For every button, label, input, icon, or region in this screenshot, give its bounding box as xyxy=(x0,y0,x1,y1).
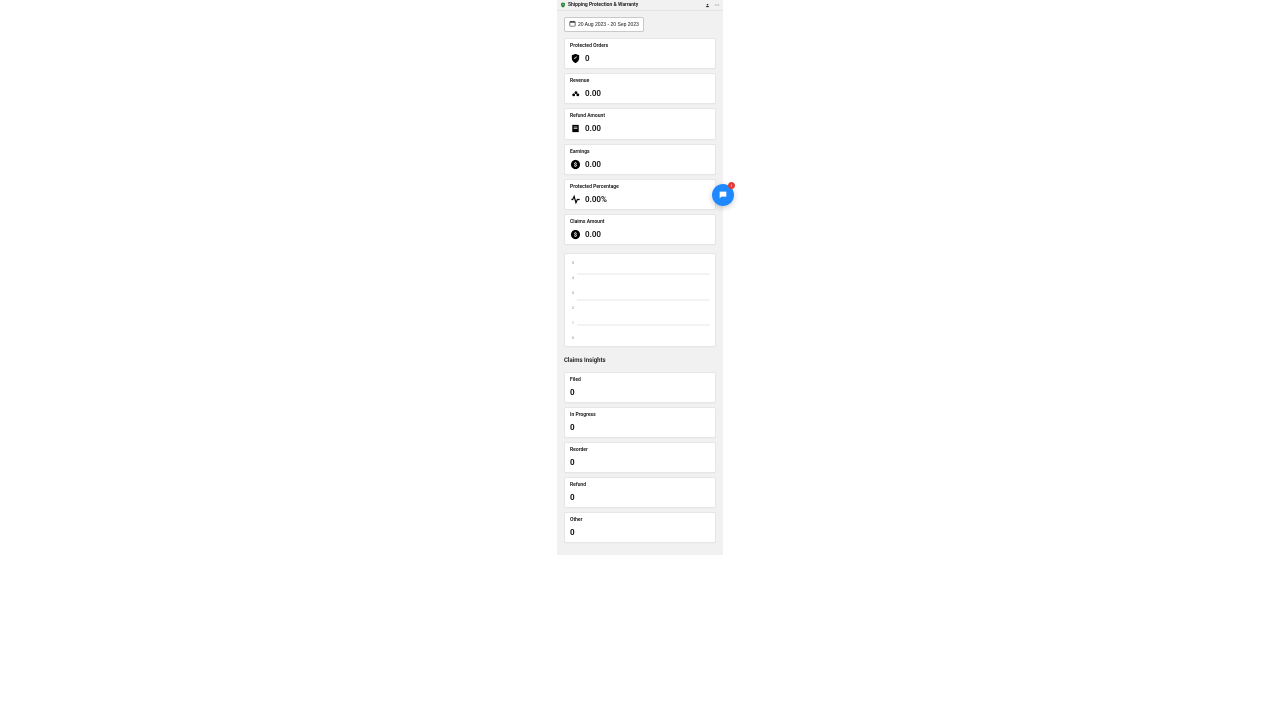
insight-value: 0 xyxy=(570,387,710,398)
ytick: 3 xyxy=(570,290,574,296)
ytick: 1 xyxy=(570,320,574,326)
shield-check-icon xyxy=(570,53,581,64)
dollar-circle-icon: $ xyxy=(570,229,581,240)
insight-other: Other 0 xyxy=(564,512,716,543)
calendar-icon xyxy=(569,20,576,29)
ytick: 4 xyxy=(570,275,574,281)
card-label: Claims Amount xyxy=(570,219,710,226)
chart-card: 5 4 3 2 1 0 xyxy=(564,253,716,347)
insight-label: In Progress xyxy=(570,412,710,419)
app-window: Shipping Protection & Warranty 20 Aug 20… xyxy=(557,0,723,555)
insight-value: 0 xyxy=(570,492,710,503)
activity-icon xyxy=(570,194,581,205)
chart-plot xyxy=(577,260,710,340)
shield-icon xyxy=(560,2,566,8)
card-value: 0 xyxy=(585,53,590,64)
insight-value: 0 xyxy=(570,457,710,468)
card-value: 0.00 xyxy=(585,229,601,240)
card-value: 0.00% xyxy=(585,194,607,205)
insight-label: Other xyxy=(570,517,710,524)
card-claims-amount: Claims Amount $ 0.00 xyxy=(564,214,716,245)
card-label: Protected Orders xyxy=(570,43,710,50)
date-range-label: 20 Aug 2023 - 20 Sep 2023 xyxy=(578,22,639,28)
card-label: Refund Amount xyxy=(570,113,710,120)
coins-icon xyxy=(570,88,581,99)
insight-refund: Refund 0 xyxy=(564,477,716,508)
insight-in-progress: In Progress 0 xyxy=(564,407,716,438)
svg-text:$: $ xyxy=(574,161,577,168)
ytick: 5 xyxy=(570,260,574,266)
titlebar: Shipping Protection & Warranty xyxy=(557,0,723,11)
card-label: Earnings xyxy=(570,149,710,156)
ytick: 2 xyxy=(570,305,574,311)
chat-badge: 1 xyxy=(728,182,735,189)
chat-button[interactable]: 1 xyxy=(712,184,734,206)
insight-value: 0 xyxy=(570,422,710,433)
app-title: Shipping Protection & Warranty xyxy=(568,2,702,9)
card-label: Revenue xyxy=(570,78,710,85)
card-value: 0.00 xyxy=(585,159,601,170)
svg-text:$: $ xyxy=(574,231,577,238)
card-revenue: Revenue 0.00 xyxy=(564,73,716,104)
summary-cards: Protected Orders 0 Revenue 0.00 xyxy=(564,38,716,347)
card-refund-amount: Refund Amount 0.00 xyxy=(564,108,716,139)
dollar-circle-icon: $ xyxy=(570,159,581,170)
card-value: 0.00 xyxy=(585,123,601,134)
content-area: 20 Aug 2023 - 20 Sep 2023 Protected Orde… xyxy=(557,11,723,549)
insight-label: Filed xyxy=(570,377,710,384)
card-label: Protected Percentage xyxy=(570,184,710,191)
insight-reorder: Reorder 0 xyxy=(564,442,716,473)
chart-yaxis: 5 4 3 2 1 0 xyxy=(570,260,574,340)
chart-area: 5 4 3 2 1 0 xyxy=(570,260,710,340)
card-protected-percentage: Protected Percentage 0.00% xyxy=(564,179,716,210)
insight-value: 0 xyxy=(570,527,710,538)
claims-insights-cards: Filed 0 In Progress 0 Reorder 0 Refund 0… xyxy=(564,372,716,544)
card-earnings: Earnings $ 0.00 xyxy=(564,144,716,175)
ytick: 0 xyxy=(570,335,574,341)
user-icon[interactable] xyxy=(704,2,711,9)
more-icon[interactable] xyxy=(713,2,720,9)
insight-filed: Filed 0 xyxy=(564,372,716,403)
date-range-button[interactable]: 20 Aug 2023 - 20 Sep 2023 xyxy=(564,17,644,32)
receipt-icon xyxy=(570,123,581,134)
insight-label: Reorder xyxy=(570,447,710,454)
insight-label: Refund xyxy=(570,482,710,489)
card-value: 0.00 xyxy=(585,88,601,99)
claims-insights-header: Claims Insights xyxy=(564,357,716,365)
card-protected-orders: Protected Orders 0 xyxy=(564,38,716,69)
